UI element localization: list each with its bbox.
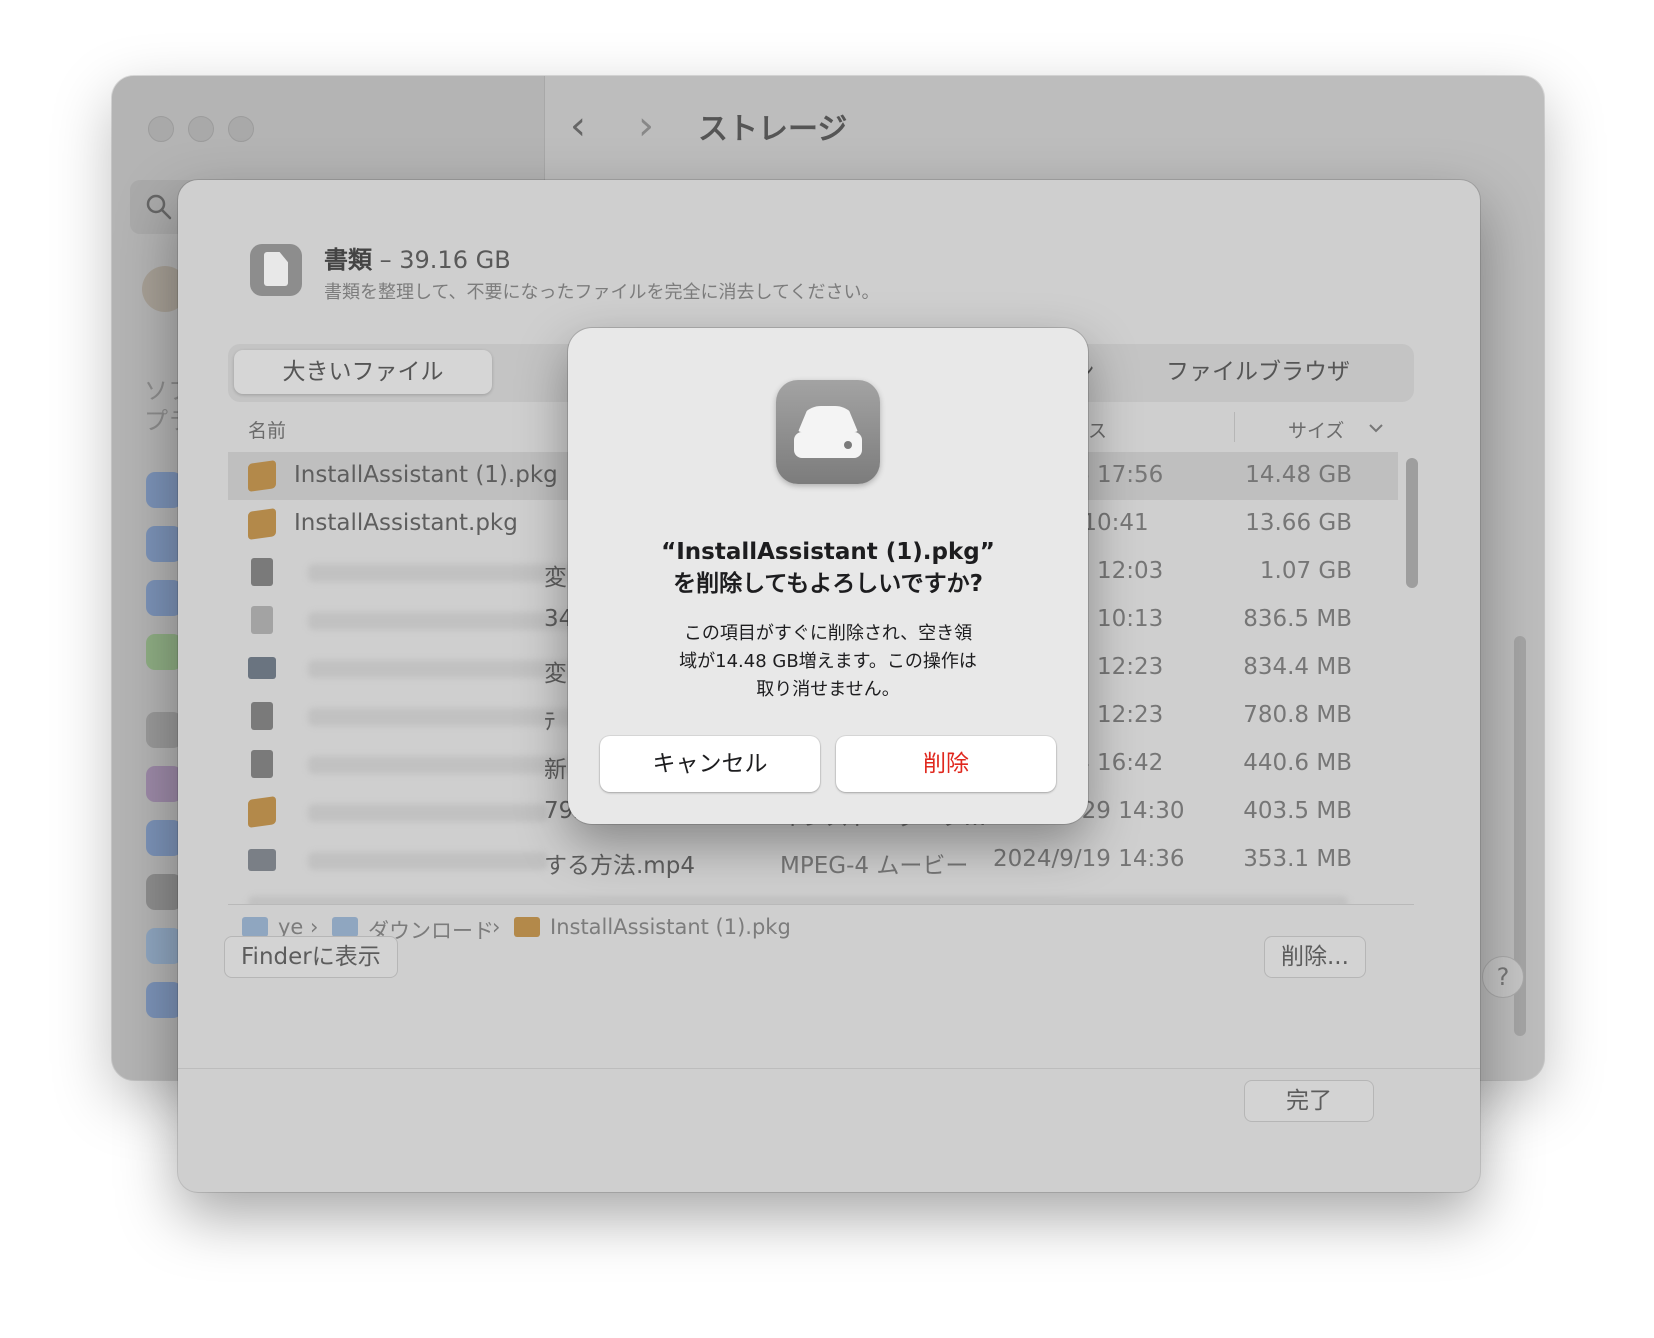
row-size: 834.4 MB <box>1243 654 1352 680</box>
delete-confirmation-dialog: “InstallAssistant (1).pkg” を削除してもよろしいですか… <box>568 328 1088 824</box>
title-separator: – <box>372 246 400 274</box>
chevron-down-icon <box>1369 424 1383 433</box>
file-icon <box>251 750 273 778</box>
row-date: 2024/9/19 14:36 <box>993 846 1185 872</box>
row-size: 440.6 MB <box>1243 750 1352 776</box>
window-title: ストレージ <box>698 112 848 147</box>
row-size: 836.5 MB <box>1243 606 1352 632</box>
row-size: 13.66 GB <box>1245 510 1352 536</box>
path-bar: ye › ダウンロード › InstallAssistant (1).pkg <box>228 904 1414 949</box>
category-size: 39.16 GB <box>399 246 511 274</box>
back-button[interactable]: ‹ <box>570 106 586 146</box>
zoom-window-button[interactable] <box>228 116 254 142</box>
path-separator: › <box>492 915 501 939</box>
network-icon[interactable] <box>146 580 182 616</box>
category-name: 書類 <box>324 246 372 274</box>
package-icon <box>248 796 276 828</box>
row-name: InstallAssistant.pkg <box>294 510 518 536</box>
wifi-icon[interactable] <box>146 472 182 508</box>
row-size: 14.48 GB <box>1245 462 1352 488</box>
alert-message-line-1: この項目がすぐに削除され、空き領 <box>683 623 973 644</box>
row-size: 403.5 MB <box>1243 798 1352 824</box>
alert-title-line-1: “InstallAssistant (1).pkg” <box>661 539 995 565</box>
displays-icon[interactable] <box>146 982 182 1018</box>
delete-files-button[interactable]: 削除... <box>1264 936 1366 978</box>
document-icon <box>250 244 302 296</box>
package-icon <box>248 460 276 492</box>
tab-large-files[interactable]: 大きいファイル <box>234 350 492 394</box>
package-icon <box>248 508 276 540</box>
accessibility-icon[interactable] <box>146 820 182 856</box>
cancel-button[interactable]: キャンセル <box>600 736 820 792</box>
drive-icon <box>776 380 880 484</box>
search-icon <box>146 194 172 220</box>
minimize-window-button[interactable] <box>188 116 214 142</box>
bluetooth-icon[interactable] <box>146 526 182 562</box>
file-icon <box>251 606 273 634</box>
battery-icon[interactable] <box>146 634 182 670</box>
row-name: 変 <box>544 661 567 687</box>
downloads-folder-icon <box>332 917 358 937</box>
row-size: 353.1 MB <box>1243 846 1352 872</box>
package-icon <box>514 917 540 937</box>
movie-icon <box>248 657 276 679</box>
siri-icon[interactable] <box>146 766 182 802</box>
row-name: する方法.mp4 <box>544 853 695 879</box>
control-center-icon[interactable] <box>146 874 182 910</box>
row-kind: MPEG-4 ムービー <box>780 853 969 879</box>
general-icon[interactable] <box>146 712 182 748</box>
column-name[interactable]: 名前 <box>248 416 286 443</box>
table-row[interactable]: する方法.mp4 MPEG-4 ムービー 2024/9/19 14:36 353… <box>228 836 1398 884</box>
sheet-subtitle: 書類を整理して、不要になったファイルを完全に消去してください。 <box>324 282 880 303</box>
table-scrollbar[interactable] <box>1406 458 1418 588</box>
done-button[interactable]: 完了 <box>1244 1080 1374 1122</box>
tab-file-browser[interactable]: ファイルブラウザ <box>1128 350 1388 394</box>
row-size: 1.07 GB <box>1259 558 1352 584</box>
row-name: InstallAssistant (1).pkg <box>294 462 558 488</box>
column-size[interactable]: サイズ <box>1288 416 1344 443</box>
delete-button[interactable]: 削除 <box>836 736 1056 792</box>
home-folder-icon <box>242 917 268 937</box>
show-in-finder-button[interactable]: Finderに表示 <box>224 936 398 978</box>
table-row-partial[interactable] <box>228 884 1398 904</box>
row-size: 780.8 MB <box>1243 702 1352 728</box>
row-name: 変 <box>544 565 567 591</box>
image-icon <box>248 849 276 871</box>
row-name: 新 <box>544 757 567 783</box>
sheet-title: 書類 – 39.16 GB <box>324 240 511 275</box>
path-file[interactable]: InstallAssistant (1).pkg <box>550 915 791 939</box>
help-button[interactable]: ? <box>1482 956 1524 998</box>
desktop-dock-icon[interactable] <box>146 928 182 964</box>
alert-title-line-2: を削除してもよろしいですか? <box>673 571 983 597</box>
alert-message-line-2: 域が14.48 GB増えます。この操作は <box>679 651 977 672</box>
row-name: ﾃ <box>544 709 556 735</box>
close-window-button[interactable] <box>148 116 174 142</box>
file-icon <box>251 558 273 586</box>
forward-button[interactable]: › <box>638 106 654 146</box>
alert-message-line-3: 取り消せません。 <box>756 679 900 700</box>
file-icon <box>251 702 273 730</box>
